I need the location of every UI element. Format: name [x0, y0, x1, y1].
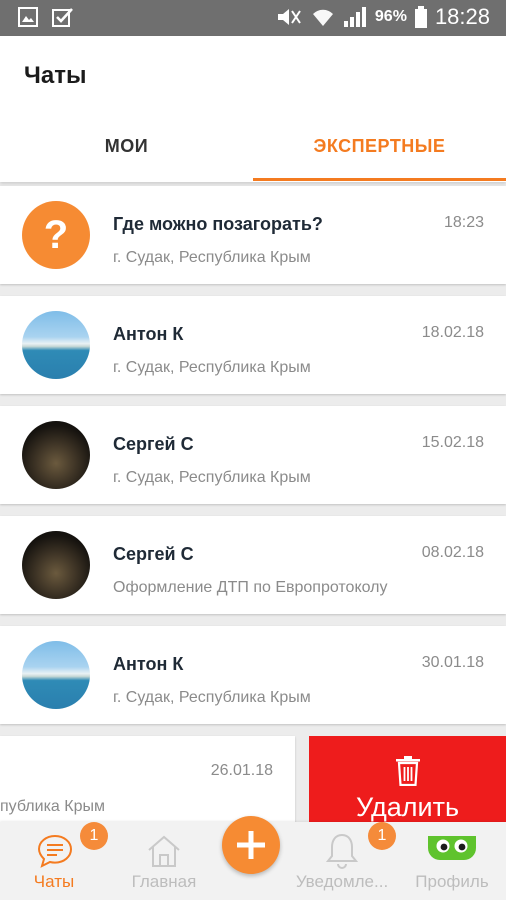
tab-mine[interactable]: МОИ	[0, 136, 253, 157]
chat-subtitle: г. Судак, Республика Крым	[113, 249, 311, 266]
clock: 18:28	[434, 4, 490, 29]
chat-date: 15.02.18	[421, 434, 484, 451]
avatar	[22, 311, 90, 379]
bottom-nav: 1 Чаты Главная 1 Уведомле... Профиль	[0, 816, 506, 900]
nav-label: Профиль	[415, 872, 489, 891]
nav-label: Чаты	[33, 872, 75, 891]
chat-date: 08.02.18	[421, 544, 484, 561]
chat-row[interactable]: Сергей С Оформление ДТП по Европротоколу…	[0, 516, 506, 614]
status-bar: 96% 18:28	[0, 0, 506, 36]
avatar	[22, 641, 90, 709]
chat-bubble-icon	[37, 834, 73, 868]
chat-date: 26.01.18	[210, 762, 273, 779]
question-avatar: ?	[22, 201, 90, 269]
mute-icon	[277, 9, 301, 25]
chat-row[interactable]: Сергей С г. Судак, Республика Крым 15.02…	[0, 406, 506, 504]
home-icon	[148, 835, 180, 867]
nav-notifications[interactable]: 1 Уведомле...	[288, 822, 396, 900]
add-button[interactable]	[222, 816, 280, 874]
chat-subtitle: г. Судак, Республика Крым	[113, 469, 311, 486]
nav-label: Уведомле...	[295, 872, 389, 891]
chat-name: Антон К	[113, 324, 184, 344]
chat-date: 18:23	[443, 214, 484, 231]
trash-icon	[396, 756, 420, 786]
chat-row[interactable]: Антон К г. Судак, Республика Крым 18.02.…	[0, 296, 506, 394]
bell-icon	[325, 833, 359, 869]
status-left	[18, 7, 74, 27]
notifications-badge: 1	[368, 822, 396, 850]
chat-name: Сергей С	[113, 544, 194, 564]
nav-profile[interactable]: Профиль	[398, 822, 506, 900]
signal-icon	[343, 7, 366, 27]
nav-label: Главная	[131, 872, 197, 891]
nav-chats[interactable]: 1 Чаты	[0, 822, 108, 900]
active-tab-indicator	[253, 178, 506, 181]
chat-subtitle: г. Судак, Республика Крым	[113, 689, 311, 706]
app-screen: 96% 18:28 Чаты МОИ ЭКСПЕРТНЫЕ ? Где можн…	[0, 0, 506, 900]
avatar	[22, 421, 90, 489]
chat-row[interactable]: ? Где можно позагорать? г. Судак, Респуб…	[0, 186, 506, 284]
delete-label: Удалить	[355, 792, 460, 822]
chat-row-swiped[interactable]: 26.01.18 публика Крым	[0, 736, 295, 826]
chat-subtitle: Оформление ДТП по Европротоколу	[113, 579, 388, 596]
wifi-icon	[312, 9, 333, 26]
task-check-icon	[52, 8, 73, 27]
chat-date: 30.01.18	[421, 654, 484, 671]
header: Чаты МОИ ЭКСПЕРТНЫЕ	[0, 36, 506, 182]
page-title: Чаты	[24, 62, 87, 89]
chat-row[interactable]: Антон К г. Судак, Республика Крым 30.01.…	[0, 626, 506, 724]
chat-subtitle: г. Судак, Республика Крым	[113, 359, 311, 376]
chats-badge: 1	[80, 822, 108, 850]
chat-date: 18.02.18	[421, 324, 484, 341]
tab-expert[interactable]: ЭКСПЕРТНЫЕ	[253, 136, 506, 157]
status-right: 96% 18:28	[275, 4, 490, 30]
gallery-icon	[18, 7, 38, 27]
chat-name: Антон К	[113, 654, 184, 674]
avatar	[22, 531, 90, 599]
chat-name: Где можно позагорать?	[113, 214, 323, 234]
chat-subtitle: публика Крым	[0, 798, 105, 815]
battery-percent: 96%	[374, 8, 407, 25]
plus-icon	[237, 831, 265, 859]
delete-button[interactable]: Удалить	[309, 736, 506, 826]
profile-eyes-icon	[428, 836, 476, 860]
battery-icon	[414, 6, 427, 28]
nav-home[interactable]: Главная	[110, 822, 218, 900]
chat-name: Сергей С	[113, 434, 194, 454]
